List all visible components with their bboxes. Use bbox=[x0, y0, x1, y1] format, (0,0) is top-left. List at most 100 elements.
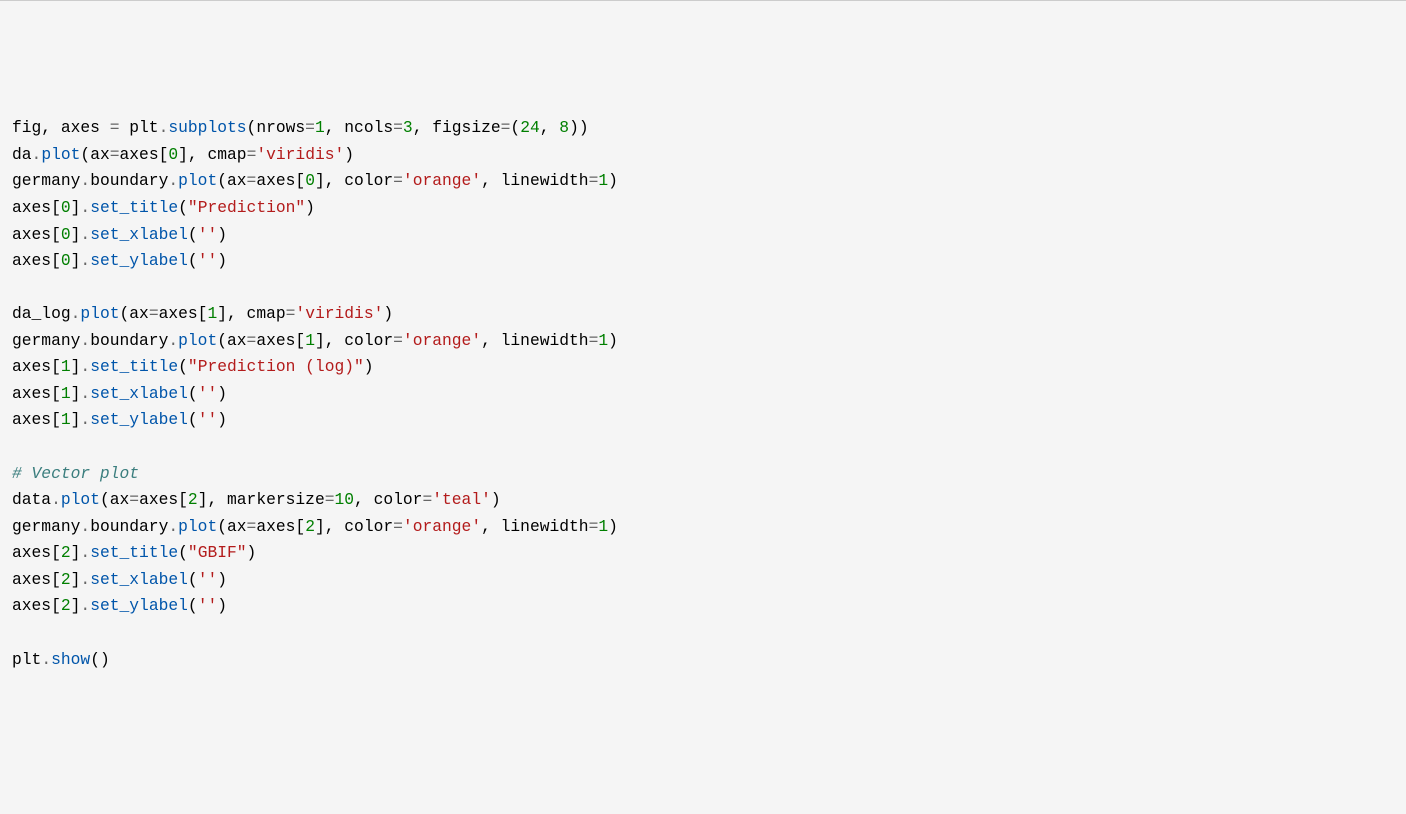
code-token: set_title bbox=[90, 357, 178, 376]
code-token: axes[ bbox=[12, 596, 61, 615]
code-token: ( bbox=[188, 384, 198, 403]
code-token: ) bbox=[217, 410, 227, 429]
code-token: . bbox=[80, 225, 90, 244]
code-token: axes[ bbox=[256, 331, 305, 350]
code-token: 1 bbox=[61, 384, 71, 403]
code-token: subplots bbox=[168, 118, 246, 137]
code-token: 1 bbox=[315, 118, 325, 137]
code-token: ( bbox=[188, 570, 198, 589]
code-token: = bbox=[589, 171, 599, 190]
code-token: 0 bbox=[305, 171, 315, 190]
code-token: ], cmap bbox=[178, 145, 246, 164]
code-token: = bbox=[422, 490, 432, 509]
code-token: plot bbox=[178, 331, 217, 350]
code-token: ] bbox=[71, 570, 81, 589]
code-token: ) bbox=[383, 304, 393, 323]
code-token: ] bbox=[71, 543, 81, 562]
code-token: plot bbox=[61, 490, 100, 509]
code-token: 'viridis' bbox=[295, 304, 383, 323]
code-token: axes[ bbox=[12, 198, 61, 217]
code-token: ] bbox=[71, 251, 81, 270]
code-token: = bbox=[110, 118, 120, 137]
code-token: , linewidth bbox=[481, 517, 588, 536]
code-token: 1 bbox=[61, 357, 71, 376]
code-token: 1 bbox=[598, 171, 608, 190]
code-token: 10 bbox=[335, 490, 355, 509]
code-token: ], cmap bbox=[217, 304, 285, 323]
code-token: . bbox=[51, 490, 61, 509]
code-token: ) bbox=[344, 145, 354, 164]
code-token: 'orange' bbox=[403, 331, 481, 350]
code-token: # Vector plot bbox=[12, 464, 139, 483]
code-token: set_title bbox=[90, 198, 178, 217]
code-token: axes[ bbox=[139, 490, 188, 509]
code-token: = bbox=[110, 145, 120, 164]
code-token: 3 bbox=[403, 118, 413, 137]
code-token: germany bbox=[12, 331, 80, 350]
code-token: = bbox=[129, 490, 139, 509]
code-token: ( bbox=[510, 118, 520, 137]
code-token: = bbox=[286, 304, 296, 323]
code-token: boundary bbox=[90, 517, 168, 536]
code-token: '' bbox=[198, 384, 218, 403]
code-token: 'orange' bbox=[403, 517, 481, 536]
code-token: , ncols bbox=[325, 118, 393, 137]
code-token: '' bbox=[198, 225, 218, 244]
code-token: axes[ bbox=[120, 145, 169, 164]
code-token: '' bbox=[198, 410, 218, 429]
code-token: 1 bbox=[207, 304, 217, 323]
code-token: set_ylabel bbox=[90, 251, 188, 270]
code-token: ], color bbox=[315, 331, 393, 350]
code-token: axes[ bbox=[256, 171, 305, 190]
code-token: , bbox=[540, 118, 560, 137]
code-token: axes[ bbox=[12, 225, 61, 244]
code-token: . bbox=[41, 650, 51, 669]
code-token: . bbox=[80, 410, 90, 429]
code-token: 2 bbox=[61, 570, 71, 589]
code-token: plot bbox=[178, 171, 217, 190]
code-token: . bbox=[80, 331, 90, 350]
code-token: ], markersize bbox=[198, 490, 325, 509]
code-token: ] bbox=[71, 357, 81, 376]
code-token: ( bbox=[178, 198, 188, 217]
code-token: . bbox=[159, 118, 169, 137]
code-token: . bbox=[168, 517, 178, 536]
code-token: axes[ bbox=[12, 570, 61, 589]
code-token: set_ylabel bbox=[90, 596, 188, 615]
code-token: ) bbox=[217, 225, 227, 244]
code-token: (ax bbox=[80, 145, 109, 164]
code-token: ( bbox=[178, 357, 188, 376]
code-token: 0 bbox=[61, 225, 71, 244]
code-token: (ax bbox=[120, 304, 149, 323]
code-token: = bbox=[247, 171, 257, 190]
code-token: plot bbox=[41, 145, 80, 164]
code-token: . bbox=[80, 357, 90, 376]
code-token: . bbox=[80, 171, 90, 190]
code-token: ) bbox=[305, 198, 315, 217]
code-token: ] bbox=[71, 596, 81, 615]
code-token: germany bbox=[12, 171, 80, 190]
code-token: (ax bbox=[217, 331, 246, 350]
code-token: ) bbox=[608, 517, 618, 536]
code-token: "GBIF" bbox=[188, 543, 247, 562]
code-token: . bbox=[168, 171, 178, 190]
code-token: )) bbox=[569, 118, 589, 137]
code-token: (ax bbox=[100, 490, 129, 509]
code-token: (ax bbox=[217, 517, 246, 536]
code-token: . bbox=[80, 543, 90, 562]
code-token: . bbox=[80, 570, 90, 589]
code-cell-content[interactable]: fig, axes = plt.subplots(nrows=1, ncols=… bbox=[12, 115, 1394, 673]
code-token: ( bbox=[188, 225, 198, 244]
code-token: 1 bbox=[598, 517, 608, 536]
code-token: 24 bbox=[520, 118, 540, 137]
code-token: (ax bbox=[217, 171, 246, 190]
code-token: . bbox=[80, 251, 90, 270]
code-token: ) bbox=[217, 384, 227, 403]
code-token: , color bbox=[354, 490, 422, 509]
code-token: axes[ bbox=[256, 517, 305, 536]
code-token: 0 bbox=[168, 145, 178, 164]
code-token: 1 bbox=[305, 331, 315, 350]
code-token: boundary bbox=[90, 331, 168, 350]
code-token: = bbox=[393, 118, 403, 137]
code-token: '' bbox=[198, 596, 218, 615]
